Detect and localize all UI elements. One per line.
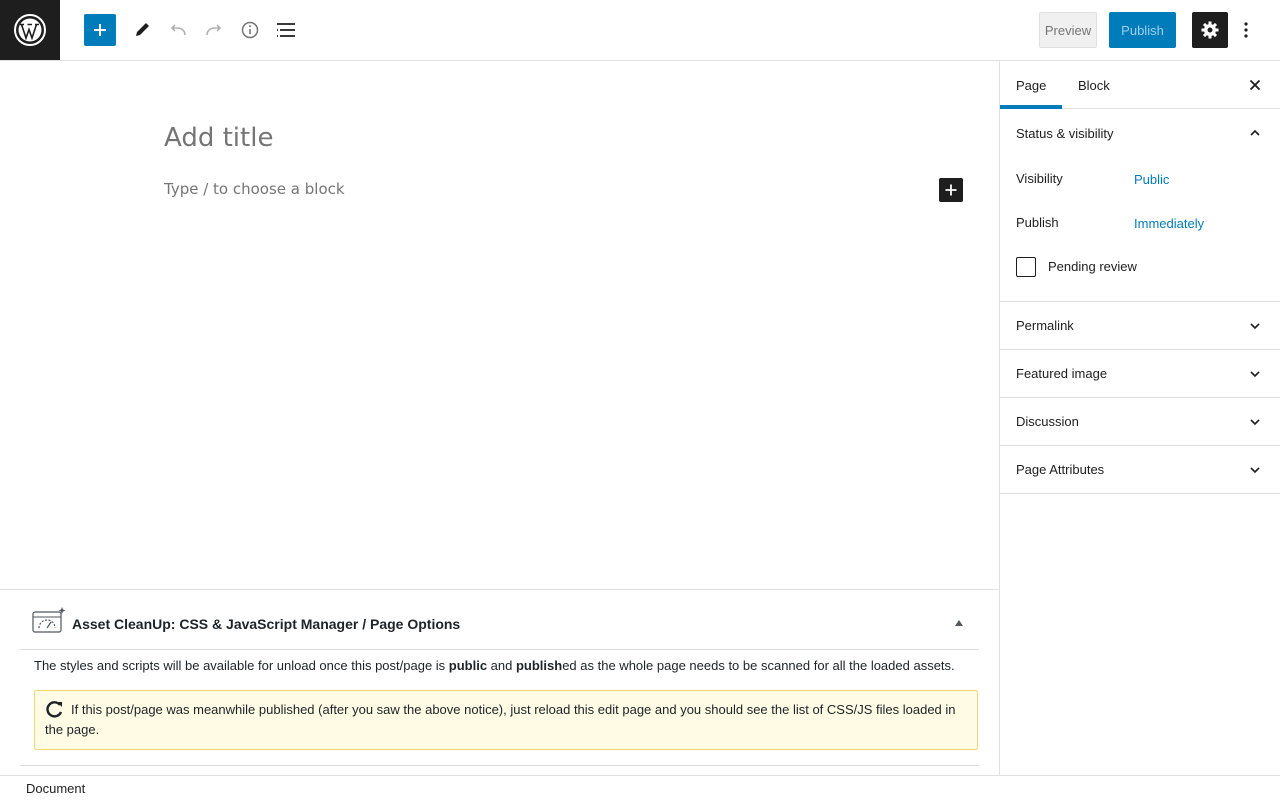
description-text: The styles and scripts will be available… [34,658,449,673]
panel-discussion[interactable]: Discussion [1000,398,1280,446]
sidebar-tabs: Page Block [1000,61,1280,109]
add-block-inline-button[interactable] [939,178,963,202]
plus-icon [945,184,957,196]
close-settings-button[interactable] [1245,75,1265,95]
settings-button[interactable] [1192,12,1228,48]
description-text: ed as the whole page needs to be scanned… [562,658,955,673]
tab-page[interactable]: Page [1000,61,1062,109]
chevron-down-icon [1250,419,1260,426]
speedometer-icon [32,607,66,633]
publish-button[interactable]: Publish [1109,12,1176,48]
undo-icon [170,24,186,36]
pencil-icon [136,23,149,36]
visibility-label: Visibility [1016,171,1063,186]
panel-permalink[interactable]: Permalink [1000,302,1280,350]
gear-icon [1201,21,1219,39]
options-menu-button[interactable] [1234,12,1258,48]
reload-notice: If this post/page was meanwhile publishe… [34,690,978,750]
plus-icon [94,24,106,36]
block-breadcrumb-bar: Document [0,775,1280,800]
publish-label: Publish [1016,215,1059,230]
undo-button[interactable] [162,14,194,46]
description-bold-publish: publish [515,658,563,673]
panel-title: Page Attributes [1016,462,1105,477]
panel-title: Permalink [1016,318,1074,333]
editor-canvas: Add title Type / to choose a block [0,61,999,589]
panel-status-visibility[interactable]: Status & visibility [1000,109,1280,157]
visibility-toggle[interactable]: Public [1134,172,1169,187]
tools-button[interactable] [126,14,158,46]
tab-block[interactable]: Block [1062,61,1126,109]
redo-button[interactable] [198,14,230,46]
block-appender[interactable]: Type / to choose a block [164,180,345,198]
list-view-button[interactable] [270,14,302,46]
more-vertical-icon [1244,22,1248,38]
pending-review-label[interactable]: Pending review [1048,259,1137,274]
notice-text: If this post/page was meanwhile publishe… [45,702,956,737]
panel-title: Discussion [1016,414,1079,429]
post-title-input[interactable]: Add title [164,123,273,153]
info-icon [241,21,259,39]
description-bold-public: public [448,658,488,673]
collapse-arrow-icon[interactable] [955,620,963,626]
metabox-description: The styles and scripts will be available… [34,658,955,673]
publish-date-toggle[interactable]: Immediately [1134,216,1204,231]
add-block-button[interactable] [84,14,116,46]
details-button[interactable] [234,14,266,46]
metabox-header[interactable]: Asset CleanUp: CSS & JavaScript Manager … [20,590,979,650]
panel-featured-image[interactable]: Featured image [1000,350,1280,398]
panel-title: Featured image [1016,366,1108,381]
pending-review-checkbox[interactable] [1016,257,1036,277]
chevron-up-icon [1250,129,1260,136]
chevron-down-icon [1250,467,1260,474]
redo-icon [206,24,222,36]
breadcrumb-document[interactable]: Document [26,781,85,796]
metabox-title: Asset CleanUp: CSS & JavaScript Manager … [72,616,461,632]
reload-icon [46,701,63,718]
wordpress-logo-icon[interactable] [0,0,60,60]
list-view-icon [277,23,295,37]
chevron-down-icon [1250,323,1260,330]
settings-sidebar: Page Block Status & visibility Visibilit… [999,61,1280,775]
preview-button[interactable]: Preview [1039,12,1097,48]
close-icon [1249,79,1261,91]
chevron-down-icon [1250,371,1260,378]
panel-page-attributes[interactable]: Page Attributes [1000,446,1280,494]
asset-cleanup-metabox: Asset CleanUp: CSS & JavaScript Manager … [0,589,999,775]
panel-title: Status & visibility [1016,125,1114,141]
editor-header: Preview Publish [0,0,1280,61]
metabox-divider [20,765,979,766]
description-text: and [487,658,516,673]
